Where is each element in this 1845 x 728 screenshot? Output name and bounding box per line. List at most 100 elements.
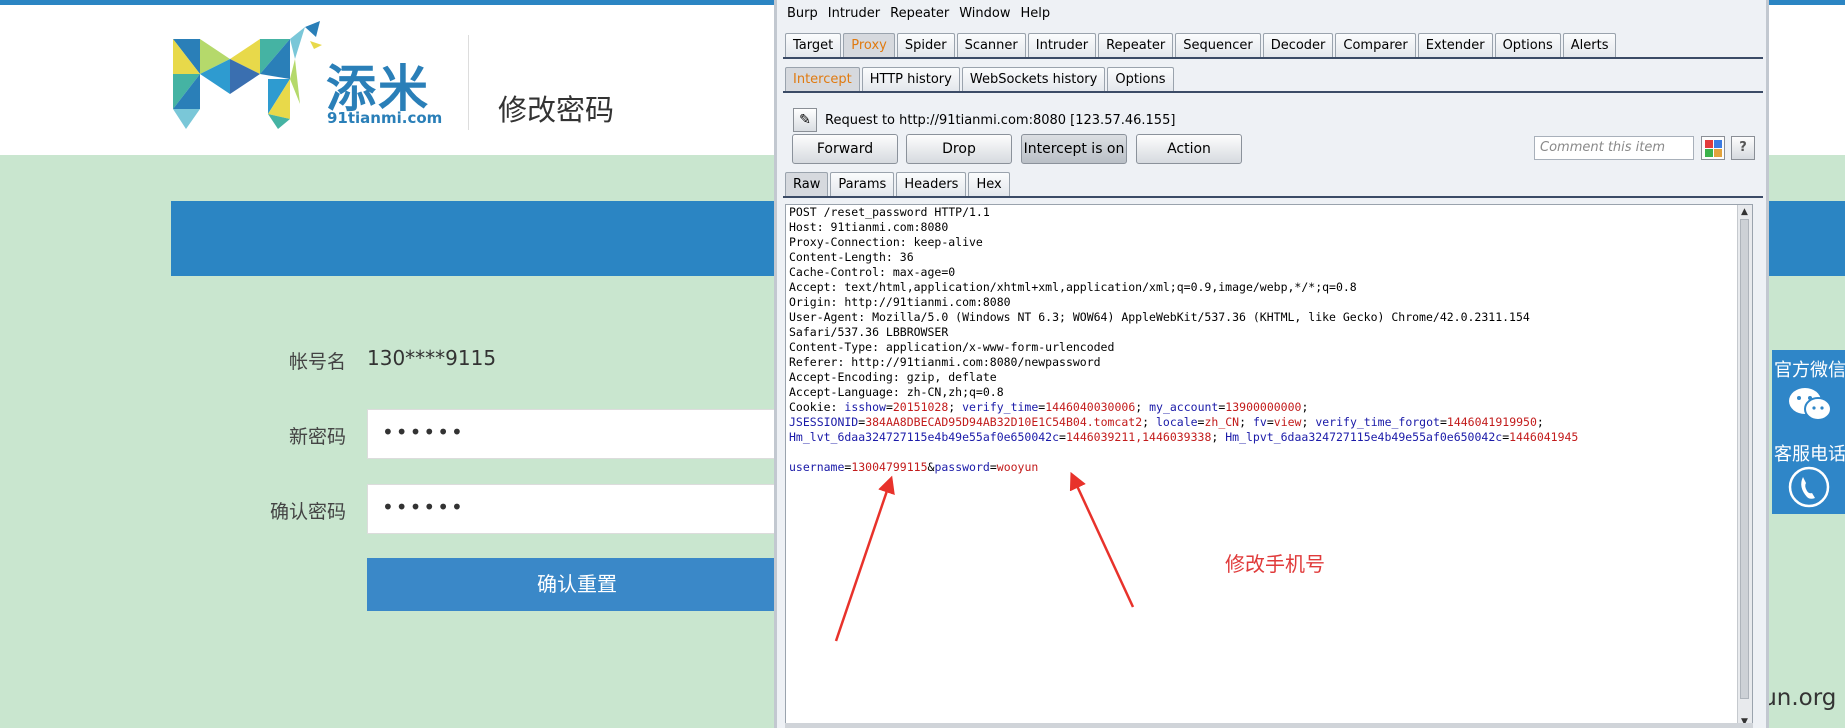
account-label: 帐号名 (288, 351, 346, 373)
request-target: ✎ Request to http://91tianmi.com:8080 [1… (793, 108, 1175, 132)
param-key: Hm_lpvt_6daa324727115e4b49e55af0e650042c (1225, 430, 1503, 444)
tab-raw[interactable]: Raw (785, 172, 829, 196)
editor-bottom-toolbar (785, 723, 1753, 728)
param-key: locale (1156, 415, 1198, 429)
confirm-password-label: 确认密码 (269, 501, 346, 523)
tab-spider[interactable]: Spider (896, 33, 955, 57)
message-view-tabs: Raw Params Headers Hex (785, 172, 1012, 196)
param-separator: ; (1211, 430, 1226, 444)
param-key: Hm_lvt_6daa324727115e4b49e55af0e650042c (789, 430, 1060, 444)
request-header-line: Cache-Control: max-age=0 (789, 265, 956, 279)
tab-target[interactable]: Target (785, 33, 842, 57)
request-header-line: User-Agent: Mozilla/5.0 (Windows NT 6.3;… (789, 310, 1530, 324)
param-equals: = (1059, 430, 1066, 444)
confirm-password-input[interactable]: •••••• (367, 484, 787, 534)
param-value: 1446039211,1446039338 (1065, 430, 1212, 444)
param-value: 1446040030006 (1045, 400, 1136, 414)
help-icon[interactable]: ? (1731, 136, 1755, 160)
scroll-up-icon[interactable]: ▲ (1741, 207, 1748, 217)
param-key: verify_time_forgot (1315, 415, 1440, 429)
param-key: fv (1252, 415, 1267, 429)
tab-params[interactable]: Params (830, 172, 895, 196)
param-equals: = (1439, 415, 1447, 429)
proxy-tabs: Intercept HTTP history WebSockets histor… (785, 67, 1176, 91)
tab-sequencer[interactable]: Sequencer (1175, 33, 1261, 57)
param-equals: = (885, 400, 893, 414)
request-header-line: Accept: text/html,application/xhtml+xml,… (789, 280, 1357, 294)
tab-proxy[interactable]: Proxy (843, 33, 895, 57)
param-value: 1446041945 (1509, 430, 1579, 444)
menu-repeater[interactable]: Repeater (890, 6, 949, 26)
tab-repeater[interactable]: Repeater (1098, 33, 1174, 57)
tab-extender[interactable]: Extender (1417, 33, 1493, 57)
param-separator: ; (1536, 415, 1551, 429)
confirm-reset-button[interactable]: 确认重置 (367, 558, 787, 611)
param-separator: ; (1301, 415, 1316, 429)
menu-bar: Burp Intruder Repeater Window Help (787, 6, 1050, 26)
tab-options[interactable]: Options (1494, 33, 1561, 57)
tab-comparer[interactable]: Comparer (1335, 33, 1416, 57)
param-key: isshow (844, 400, 886, 414)
param-separator: ; (1135, 400, 1150, 414)
param-key: verify_time (962, 400, 1039, 414)
header-divider (468, 35, 469, 130)
menu-intruder[interactable]: Intruder (828, 6, 880, 26)
tab-hex[interactable]: Hex (968, 172, 1010, 196)
page-title: 修改密码 (498, 93, 615, 127)
param-separator: ; (1239, 415, 1253, 429)
request-header-line: Accept-Language: zh-CN,zh;q=0.8 (789, 385, 1004, 399)
side-contact-panel: 官方微信 客服电话 (1772, 350, 1845, 514)
tab-headers[interactable]: Headers (896, 172, 967, 196)
menu-window[interactable]: Window (959, 6, 1010, 26)
wechat-icon[interactable] (1786, 384, 1834, 424)
edit-pencil-icon[interactable]: ✎ (793, 108, 817, 132)
action-button[interactable]: Action (1136, 134, 1242, 164)
main-tab-underline (783, 57, 1763, 59)
drop-button[interactable]: Drop (906, 134, 1012, 164)
scroll-thumb[interactable] (1740, 219, 1749, 699)
request-header-line: Content-Type: application/x-www-form-url… (789, 340, 1115, 354)
param-value: view (1273, 415, 1302, 429)
menu-burp[interactable]: Burp (787, 6, 818, 26)
raw-request-editor[interactable]: POST /reset_password HTTP/1.1 Host: 91ti… (785, 204, 1753, 728)
request-header-line: Accept-Encoding: gzip, deflate (789, 370, 997, 384)
logo-domain: 91tianmi.com (327, 109, 443, 127)
param-value: 384AA8DBECAD95D94AB32D10E1C54B04.tomcat2 (865, 415, 1143, 429)
tab-websockets-history[interactable]: WebSockets history (961, 67, 1106, 91)
editor-scrollbar[interactable]: ▲ ▼ (1737, 205, 1752, 727)
menu-help[interactable]: Help (1021, 6, 1051, 26)
highlight-color-icon[interactable] (1701, 136, 1725, 160)
account-value: 130****9115 (367, 346, 497, 370)
tab-proxy-options[interactable]: Options (1107, 67, 1174, 91)
cookie-prefix: Cookie: (789, 400, 845, 414)
raw-request-text[interactable]: POST /reset_password HTTP/1.1 Host: 91ti… (789, 205, 1578, 475)
wechat-label: 官方微信 (1774, 360, 1845, 381)
burp-suite-window: Burp Intruder Repeater Window Help Targe… (774, 0, 1769, 728)
tab-decoder[interactable]: Decoder (1262, 33, 1334, 57)
param-value: 13004799115 (851, 460, 928, 474)
tab-scanner[interactable]: Scanner (956, 33, 1026, 57)
param-equals: = (989, 460, 997, 474)
intercept-toggle-button[interactable]: Intercept is on (1021, 134, 1127, 164)
request-header-line: Host: 91tianmi.com:8080 (789, 220, 949, 234)
request-header-line: Referer: http://91tianmi.com:8080/newpas… (789, 355, 1101, 369)
new-password-input[interactable]: •••••• (367, 409, 787, 459)
param-value: 13900000000 (1225, 400, 1302, 414)
phone-icon[interactable] (1788, 466, 1830, 508)
param-equals: = (1266, 415, 1274, 429)
main-tabs: Target Proxy Spider Scanner Intruder Rep… (785, 33, 1618, 57)
view-tab-underline (783, 196, 1763, 198)
tianmi-logo-icon (173, 21, 322, 129)
forward-button[interactable]: Forward (792, 134, 898, 164)
tab-http-history[interactable]: HTTP history (861, 67, 960, 91)
param-key: my_account (1149, 400, 1219, 414)
param-value: zh_CN (1204, 415, 1240, 429)
request-header-line: Content-Length: 36 (789, 250, 914, 264)
phone-label: 客服电话 (1774, 444, 1845, 465)
tab-intercept[interactable]: Intercept (785, 67, 860, 91)
tab-intruder[interactable]: Intruder (1027, 33, 1097, 57)
annotation-text: 修改手机号 (1225, 552, 1325, 576)
comment-field[interactable]: Comment this item (1534, 136, 1694, 160)
tab-alerts[interactable]: Alerts (1562, 33, 1617, 57)
param-key: JSESSIONID (789, 415, 859, 429)
